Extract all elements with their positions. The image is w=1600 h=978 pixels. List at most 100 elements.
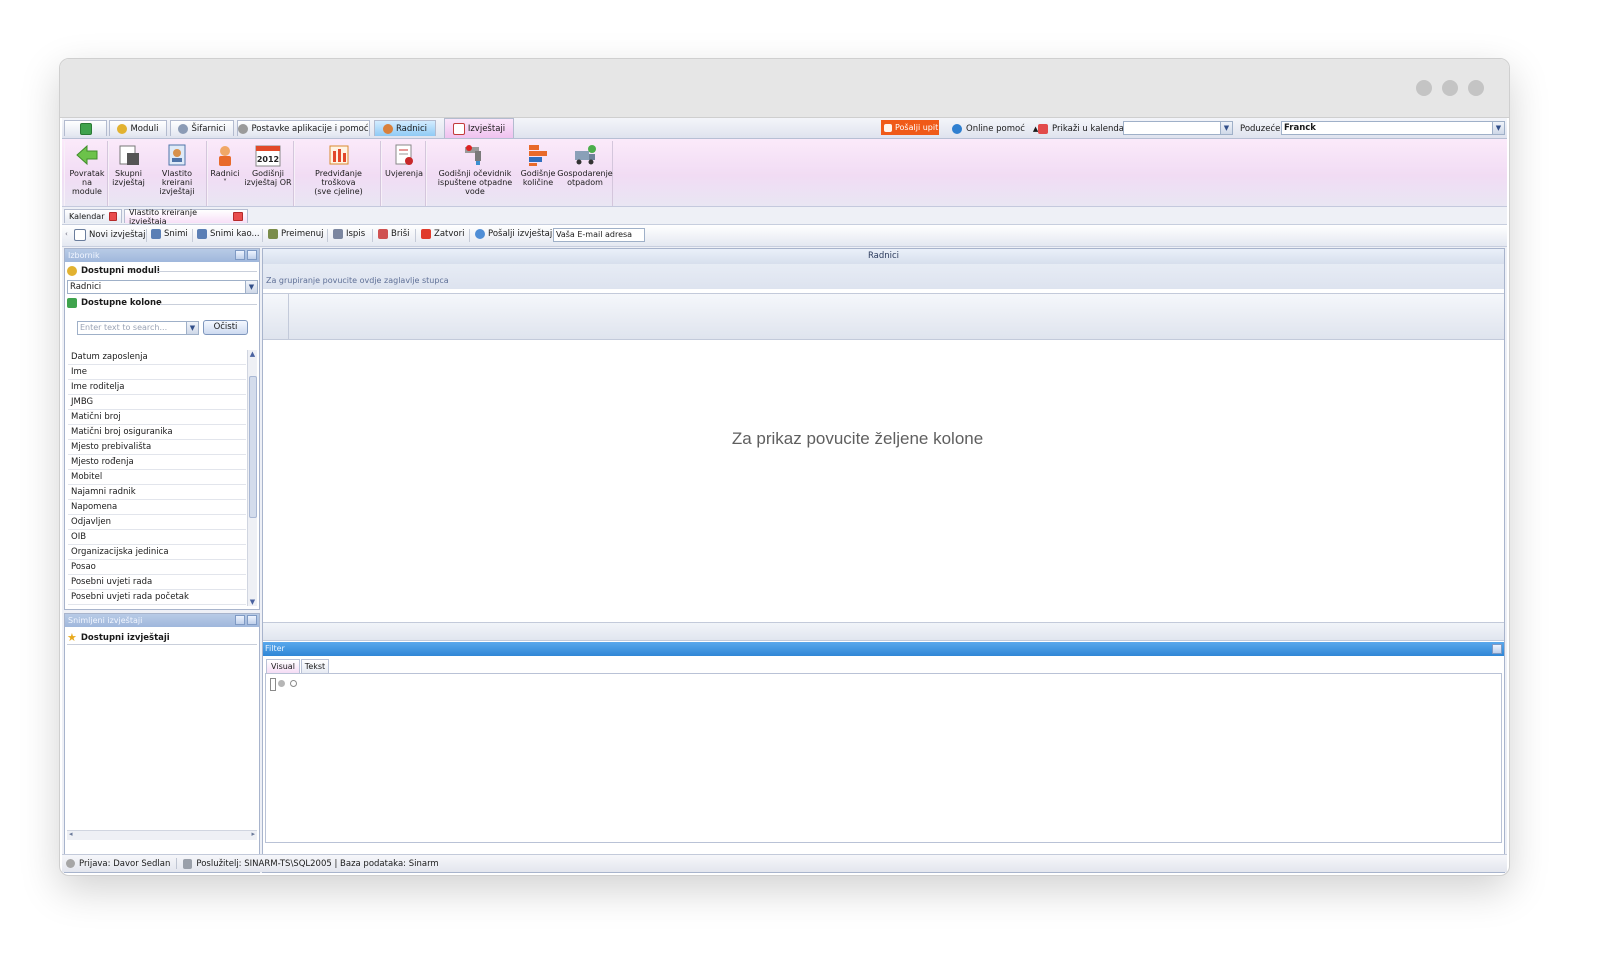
chevron-down-icon[interactable]: ˅ <box>223 178 227 187</box>
column-list-item[interactable]: Matični broj osiguranika <box>68 425 246 440</box>
new-document-icon <box>74 229 86 241</box>
column-list-item[interactable]: Odjavljen <box>68 515 246 530</box>
posalji-izvjestaj-button[interactable]: Pošalji izvještaj <box>475 229 552 239</box>
tab-sifarnici[interactable]: Šifarnici <box>170 120 234 136</box>
brisi-button[interactable]: Briši <box>378 229 409 239</box>
close-icon[interactable] <box>108 212 117 221</box>
ispis-button[interactable]: Ispis <box>333 229 365 239</box>
dostupne-kolone-header: Dostupne kolone <box>67 298 162 308</box>
column-list-item[interactable]: Posao <box>68 560 246 575</box>
grid-title: Radnici <box>263 249 1504 264</box>
column-list-item[interactable]: Posebni uvjeti rada <box>68 575 246 590</box>
poduzece-label: Poduzeće: <box>1240 121 1283 136</box>
close-icon[interactable] <box>232 212 243 221</box>
columns-scrollbar[interactable]: ▲ ▼ <box>247 350 257 606</box>
column-search-input[interactable]: Enter text to search... ▼ <box>77 321 199 335</box>
group-panel[interactable]: Za grupiranje povucite ovdje zaglavlje s… <box>263 264 1504 289</box>
filter-remove-icon[interactable] <box>278 680 285 687</box>
snimi-kao-button[interactable]: Snimi kao... <box>197 229 260 239</box>
radnici-button[interactable]: Radnici ˅ <box>210 143 240 187</box>
window-dot[interactable] <box>1442 80 1458 96</box>
column-list-item[interactable]: Matični broj <box>68 410 246 425</box>
email-input[interactable]: Vaša E-mail adresa <box>553 228 645 242</box>
scroll-left-icon[interactable]: ◂ <box>69 830 73 838</box>
scroll-down-icon[interactable]: ▼ <box>248 598 257 606</box>
chevron-down-icon[interactable]: ▼ <box>245 281 257 293</box>
tab-postavke-label: Postavke aplikacije i pomoć <box>251 123 369 134</box>
ocevidnik-button[interactable]: Godišnji očevidnik ispuštene otpadne vod… <box>429 143 521 196</box>
row-indicator-header <box>263 294 289 339</box>
predvidjanje-troskova-button[interactable]: Predviđanje troškova (sve cjeline) <box>297 143 380 196</box>
novi-izvjestaj-button[interactable]: Novi izvještaj <box>74 229 145 241</box>
column-list-item[interactable]: Najamni radnik <box>68 485 246 500</box>
vlastito-kreirani-button[interactable]: Vlastito kreirani izvještaji <box>146 143 208 196</box>
dostupne-kolone-label: Dostupne kolone <box>81 298 162 308</box>
ocisti-button[interactable]: Očisti <box>203 320 248 335</box>
chevron-down-icon[interactable]: ▼ <box>186 322 198 334</box>
filter-editor[interactable] <box>265 673 1502 843</box>
restore-icon[interactable] <box>235 615 245 625</box>
tab-postavke[interactable]: Postavke aplikacije i pomoć <box>237 120 370 136</box>
calendar-select[interactable]: ▼ <box>1123 121 1233 135</box>
column-list-item[interactable]: Ime roditelja <box>68 380 246 395</box>
tab-moduli[interactable]: Moduli <box>109 120 167 136</box>
codebook-icon <box>178 123 189 134</box>
scroll-up-icon[interactable]: ▲ <box>248 350 257 358</box>
rename-icon <box>268 229 278 239</box>
doc-tab-kalendar[interactable]: Kalendar <box>64 209 122 223</box>
pin-icon[interactable] <box>247 615 257 625</box>
gospodarenje-otpadom-button[interactable]: Gospodarenje otpadom <box>557 143 613 187</box>
gospodarenje-label-2: otpadom <box>567 178 603 187</box>
send-icon <box>884 123 892 132</box>
home-icon <box>79 122 92 135</box>
tab-home[interactable] <box>64 120 107 136</box>
pin-icon[interactable] <box>1492 644 1502 654</box>
column-list-item[interactable]: OIB <box>68 530 246 545</box>
scroll-thumb[interactable] <box>249 376 257 518</box>
doc-tab-vlastito-label: Vlastito kreiranje izvještaja <box>129 207 197 226</box>
tab-radnici[interactable]: Radnici <box>374 120 436 136</box>
tab-radnici-label: Radnici <box>395 123 428 134</box>
posluzitelj-text: Poslužitelj: SINARM-TS\SQL2005 | Baza po… <box>196 858 439 869</box>
restore-icon[interactable] <box>235 250 245 260</box>
toolbar-separator <box>415 229 416 242</box>
column-list-item[interactable]: Mjesto rođenja <box>68 455 246 470</box>
window-dot[interactable] <box>1468 80 1484 96</box>
column-list-item[interactable]: Mjesto prebivališta <box>68 440 246 455</box>
filter-add-icon[interactable] <box>290 680 297 687</box>
filter-root-icon[interactable] <box>270 678 276 691</box>
tab-tekst[interactable]: Tekst <box>301 659 329 673</box>
column-list-item[interactable]: Datum zaposlenja <box>68 350 246 365</box>
prikazi-kalendar-link[interactable]: Prikaži u kalendaru <box>1038 121 1133 136</box>
tab-visual[interactable]: Visual <box>266 659 300 673</box>
horizontal-scrollbar[interactable]: ◂ ▸ <box>67 830 257 840</box>
zatvori-button[interactable]: Zatvori <box>421 229 464 239</box>
scroll-right-icon[interactable]: ▸ <box>251 830 255 838</box>
snimi-button[interactable]: Snimi <box>151 229 188 239</box>
godisnji-or-button[interactable]: 2012 Godišnji izvještaj OR <box>243 143 293 187</box>
skupni-izvjestaj-button[interactable]: Skupni izvještaj <box>112 143 145 187</box>
tab-izvjestaji[interactable]: Izvještaji <box>444 118 514 138</box>
dostupni-moduli-label: Dostupni moduli <box>81 266 160 276</box>
godisnje-kolicine-button[interactable]: Godišnje količine <box>520 143 556 187</box>
chevron-down-icon[interactable]: ▼ <box>1220 122 1232 134</box>
column-list-item[interactable]: JMBG <box>68 395 246 410</box>
grid-column-header[interactable] <box>263 293 1504 340</box>
uvjerenja-button[interactable]: Uvjerenja <box>384 143 424 178</box>
online-pomoc-link[interactable]: Online pomoć ▲ <box>952 121 1038 136</box>
column-list-item[interactable]: Ime <box>68 365 246 380</box>
chevron-down-icon[interactable]: ▼ <box>1492 122 1504 134</box>
window-dot[interactable] <box>1416 80 1432 96</box>
povratak-button[interactable]: Povratak na module <box>67 143 107 196</box>
module-select[interactable]: Radnici ▼ <box>67 280 258 294</box>
posalji-upit-button[interactable]: Pošalji upit <box>881 120 939 135</box>
column-list-item[interactable]: Organizacijska jedinica <box>68 545 246 560</box>
column-list-item[interactable]: Posebni uvjeti rada početak <box>68 590 246 605</box>
doc-tab-vlastito[interactable]: Vlastito kreiranje izvještaja <box>124 207 248 226</box>
column-list-item[interactable]: Napomena <box>68 500 246 515</box>
column-list-item[interactable]: Mobitel <box>68 470 246 485</box>
back-arrow-icon <box>75 143 99 167</box>
poduzece-select[interactable]: Franck ▼ <box>1281 121 1505 135</box>
preimenuj-button[interactable]: Preimenuj <box>268 229 324 239</box>
pin-icon[interactable] <box>247 250 257 260</box>
